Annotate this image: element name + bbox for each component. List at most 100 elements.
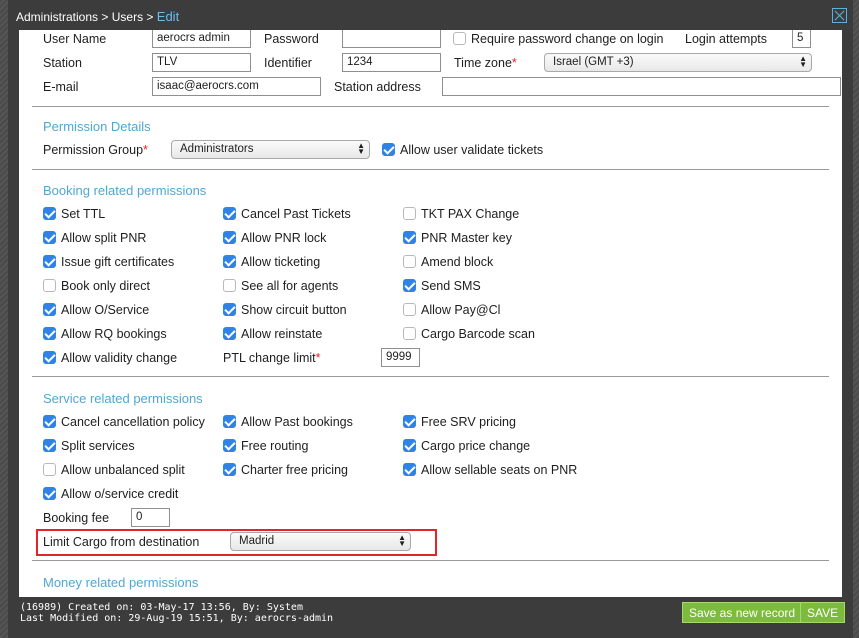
modified-info: Last Modified on: 29-Aug-19 15:51, By: a… [20,613,334,624]
form-content[interactable]: User Name aerocrs admin Password Require… [19,30,842,597]
checkbox-label: Allow sellable seats on PNR [421,463,578,477]
ptl-change-limit-label: PTL change limit* [223,351,321,365]
checkbox-box[interactable] [403,207,416,220]
updown-arrow-icon: ▲ ▼ [799,54,807,69]
station-label: Station [43,56,82,70]
service-permissions-title: Service related permissions [43,391,203,406]
check-icon[interactable] [43,327,56,340]
section-divider [32,560,829,561]
checkbox-label: Allow Pay@Cl [421,303,501,317]
ptl-label-text: PTL change limit [223,351,316,365]
user-name-row: User Name aerocrs admin Password Require… [19,30,842,50]
permission-group-label: Permission Group* [43,143,148,157]
checkbox-box[interactable] [43,463,56,476]
checkbox-label: Cargo price change [421,439,531,453]
permission-group-value: Administrators [180,143,254,155]
edit-user-dialog: Administrations > Users > Edit User Name… [8,0,853,638]
station-input[interactable]: TLV [152,53,251,72]
user-name-input[interactable]: aerocrs admin [152,30,251,48]
check-icon[interactable] [403,439,416,452]
dialog-footer: (16989) Created on: 03-May-17 13:56, By:… [8,597,853,638]
booking-permissions-title: Booking related permissions [43,183,207,198]
checkbox-label: PNR Master key [421,231,512,245]
close-icon[interactable] [832,8,847,23]
section-divider [32,106,829,107]
timezone-label: Time zone* [454,56,517,70]
checkbox-label: Allow Past bookings [241,415,353,429]
breadcrumb-separator: > [101,10,109,24]
check-icon[interactable] [223,255,236,268]
checkbox-label: Charter free pricing [241,463,348,477]
checkbox-box[interactable] [453,32,466,45]
checkbox-label: Amend block [421,255,494,269]
check-icon[interactable] [223,439,236,452]
record-meta: (16989) Created on: 03-May-17 13:56, By:… [20,602,333,624]
check-icon[interactable] [43,303,56,316]
checkbox-label: Allow o/service credit [61,487,179,501]
booking-fee-input[interactable]: 0 [131,508,170,527]
email-label: E-mail [43,80,79,94]
check-icon[interactable] [382,143,395,156]
login-attempts-input[interactable]: 5 [792,30,811,48]
breadcrumb-separator: > [146,10,154,24]
check-icon[interactable] [223,207,236,220]
check-icon[interactable] [43,255,56,268]
checkbox-label: Allow user validate tickets [400,143,544,157]
check-icon[interactable] [223,231,236,244]
checkbox-box[interactable] [223,279,236,292]
check-icon[interactable] [403,415,416,428]
checkbox-label: See all for agents [241,279,339,293]
password-label: Password [264,32,319,46]
identifier-label: Identifier [264,56,312,70]
check-icon[interactable] [223,303,236,316]
check-icon[interactable] [43,439,56,452]
check-icon[interactable] [43,487,56,500]
check-icon[interactable] [403,463,416,476]
checkbox-label: TKT PAX Change [421,207,520,221]
email-input[interactable]: isaac@aerocrs.com [152,77,321,96]
check-icon[interactable] [403,279,416,292]
timezone-label-text: Time zone [454,56,512,70]
identifier-input[interactable]: 1234 [342,53,441,72]
checkbox-label: Send SMS [421,279,481,293]
checkbox-label: Allow split PNR [61,231,147,245]
section-divider [32,169,829,170]
permission-group-select[interactable]: Administrators ▲ ▼ [171,140,370,159]
timezone-select[interactable]: Israel (GMT +3) ▲ ▼ [544,53,812,72]
station-address-label: Station address [334,80,421,94]
checkbox-box[interactable] [403,255,416,268]
check-icon[interactable] [43,231,56,244]
ptl-change-limit-input[interactable]: 9999 [381,348,420,367]
timezone-select-value: Israel (GMT +3) [553,56,634,68]
checkbox-box[interactable] [403,327,416,340]
check-icon[interactable] [403,231,416,244]
checkbox-label: Cancel Past Tickets [241,207,351,221]
check-icon[interactable] [223,415,236,428]
checkbox-label: Allow O/Service [61,303,150,317]
checkbox-label: Cargo Barcode scan [421,327,535,341]
login-attempts-label: Login attempts [685,32,767,46]
breadcrumb-users[interactable]: Users [112,10,143,24]
checkbox-label: Show circuit button [241,303,347,317]
checkbox-box[interactable] [43,279,56,292]
booking-fee-label: Booking fee [43,511,110,525]
check-icon[interactable] [223,463,236,476]
password-input[interactable] [342,30,441,48]
ptl-row: PTL change limit* 9999 [19,347,842,369]
station-row: Station TLV Identifier 1234 Time zone* I… [19,52,842,74]
permission-details-title: Permission Details [43,119,151,134]
station-address-input[interactable] [442,77,841,96]
save-as-new-record-button[interactable]: Save as new record [682,602,803,623]
check-icon[interactable] [43,415,56,428]
breadcrumb-administrations[interactable]: Administrations [16,10,98,24]
checkbox-label: Free routing [241,439,309,453]
breadcrumb: Administrations > Users > Edit [16,9,179,24]
highlight-box [36,529,437,556]
check-icon[interactable] [223,327,236,340]
checkbox-label: Allow reinstate [241,327,323,341]
checkbox-box[interactable] [403,303,416,316]
save-button[interactable]: SAVE [800,602,846,623]
permission-group-row: Permission Group* Administrators ▲ ▼ Allo… [19,139,842,161]
check-icon[interactable] [43,207,56,220]
money-permissions-title: Money related permissions [43,575,199,590]
